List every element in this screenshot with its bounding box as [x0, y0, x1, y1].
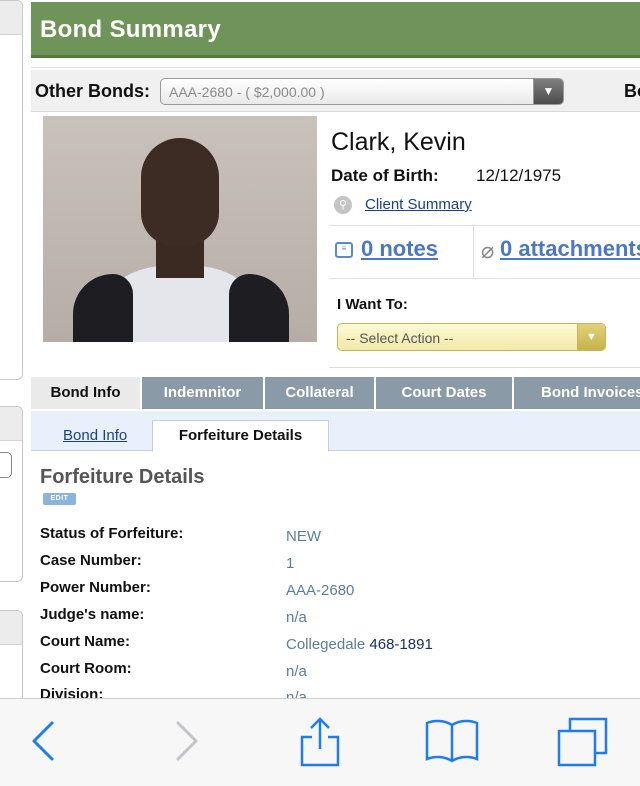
title-divider: [31, 59, 640, 68]
section-title: Forfeiture Details: [40, 466, 205, 488]
photo-sleeve: [73, 274, 133, 342]
photo-head: [141, 138, 219, 246]
notes-link[interactable]: 0 notes: [361, 236, 438, 262]
main-content: Bond Summary Other Bonds: AAA-2680 - ( $…: [31, 0, 640, 700]
bookmarks-icon[interactable]: [424, 717, 480, 765]
left-panel-header: [0, 1, 22, 35]
detail-label: Court Name:: [40, 633, 131, 650]
left-panel-header: [0, 611, 22, 645]
paperclip-icon: ⌀: [481, 238, 495, 263]
sub-tabs: Bond Info Forfeiture Details: [31, 411, 640, 452]
tab-bond-invoices[interactable]: Bond Invoices: [514, 377, 640, 409]
other-bonds-label: Other Bonds:: [35, 81, 150, 101]
detail-row: Court Room: n/a: [40, 660, 630, 684]
detail-label: Status of Forfeiture:: [40, 525, 184, 542]
client-summary-link[interactable]: Client Summary: [365, 196, 472, 213]
detail-value: NEW: [286, 528, 321, 545]
other-bonds-extra: Bo: [624, 81, 640, 101]
left-panel-box: [0, 406, 23, 582]
client-photo: [43, 116, 317, 342]
detail-label: Court Room:: [40, 660, 132, 677]
detail-label: Judge's name:: [40, 606, 145, 623]
detail-value: n/a: [286, 609, 307, 626]
detail-row: Status of Forfeiture: NEW: [40, 525, 630, 549]
detail-row: Power Number: AAA-2680: [40, 579, 630, 603]
forward-icon[interactable]: [170, 717, 204, 765]
chevron-down-icon: ▼: [577, 324, 605, 350]
page-title: Bond Summary: [40, 16, 221, 43]
title-bar: Bond Summary: [31, 2, 640, 58]
browser-toolbar: [0, 698, 640, 786]
tab-bond-info[interactable]: Bond Info: [31, 377, 142, 409]
detail-value: 1: [286, 555, 295, 572]
tab-indemnitor[interactable]: Indemnitor: [142, 377, 265, 409]
chevron-down-icon: ▼: [533, 79, 563, 104]
court-name-value: Collegedale: [286, 636, 366, 653]
photo-sleeve: [229, 274, 289, 342]
other-bonds-selected: AAA-2680 - ( $2,000.00 ): [169, 84, 325, 100]
detail-row: Case Number: 1: [40, 552, 630, 576]
detail-label: Power Number:: [40, 579, 151, 596]
detail-value: AAA-2680: [286, 582, 355, 599]
back-icon[interactable]: [28, 717, 62, 765]
action-selected: -- Select Action --: [346, 330, 454, 346]
dob-label: Date of Birth:: [331, 166, 439, 185]
counts-row: ≡ 0 notes ⌀ 0 attachments: [329, 225, 640, 279]
magnifier-icon: ⚲: [334, 196, 352, 214]
counts-divider: [473, 226, 474, 279]
dob-value: 12/12/1975: [476, 166, 562, 185]
subtab-forfeiture-details[interactable]: Forfeiture Details: [152, 420, 329, 452]
attachments-link[interactable]: 0 attachments: [500, 236, 640, 262]
tab-collateral[interactable]: Collateral: [265, 377, 376, 409]
left-panel-box: [0, 0, 23, 380]
left-panel: [0, 0, 30, 720]
edit-button[interactable]: EDIT: [43, 493, 76, 505]
detail-row: Court Name: Collegedale 468-1891: [40, 633, 630, 657]
left-panel-input[interactable]: [0, 452, 12, 478]
speech-bubble-icon: ≡: [335, 242, 353, 258]
i-want-to-label: I Want To:: [337, 296, 408, 313]
action-select[interactable]: -- Select Action -- ▼: [337, 323, 606, 351]
tabs-icon[interactable]: [556, 717, 610, 767]
tab-court-dates[interactable]: Court Dates: [376, 377, 514, 409]
other-bonds-select[interactable]: AAA-2680 - ( $2,000.00 ) ▼: [160, 78, 564, 105]
client-name: Clark, Kevin: [331, 128, 466, 156]
subtab-bond-info[interactable]: Bond Info: [63, 427, 127, 444]
header-separator: [329, 367, 640, 368]
detail-row: Judge's name: n/a: [40, 606, 630, 630]
other-bonds-row: Other Bonds: AAA-2680 - ( $2,000.00 ) ▼ …: [31, 70, 640, 112]
detail-value: Collegedale 468-1891: [286, 636, 433, 653]
detail-label: Case Number:: [40, 552, 142, 569]
bond-tabs: Bond Info Indemnitor Collateral Court Da…: [31, 377, 640, 409]
share-icon[interactable]: [298, 717, 342, 767]
detail-value: n/a: [286, 663, 307, 680]
left-panel-header: [0, 407, 22, 441]
court-phone: 468-1891: [369, 636, 433, 653]
